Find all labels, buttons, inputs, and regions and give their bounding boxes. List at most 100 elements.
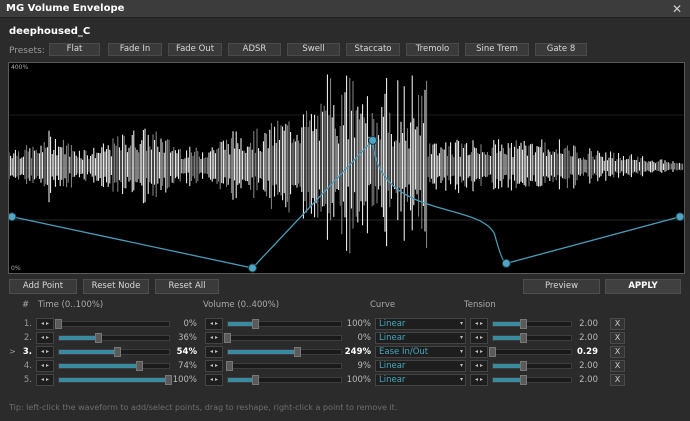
envelope-point[interactable]: [368, 135, 378, 145]
tension-stepper[interactable]: ◂ ▸: [470, 332, 488, 344]
curve-value: Ease In/Out: [379, 347, 429, 357]
time-stepper[interactable]: ◂ ▸: [36, 332, 54, 344]
volume-slider[interactable]: [227, 319, 342, 329]
time-value: 100%: [172, 375, 197, 385]
delete-point-button[interactable]: X: [610, 360, 625, 372]
tension-slider-knob[interactable]: [520, 375, 528, 385]
add-point-button[interactable]: Add Point: [9, 279, 77, 294]
chevron-down-icon: ▾: [459, 320, 463, 327]
waveform-bottom-label: 0%: [11, 265, 21, 272]
envelope-point[interactable]: [675, 212, 684, 222]
curve-select[interactable]: Ease In/Out ▾: [375, 346, 466, 358]
envelope-point[interactable]: [9, 212, 17, 222]
chevron-down-icon: ▾: [459, 348, 463, 355]
close-icon[interactable]: ✕: [670, 2, 684, 16]
chevron-down-icon: ▾: [459, 376, 463, 383]
delete-point-button[interactable]: X: [610, 374, 625, 386]
tension-slider[interactable]: [489, 347, 572, 357]
curve-value: Linear: [379, 333, 406, 343]
volume-stepper[interactable]: ◂ ▸: [205, 332, 223, 344]
time-slider-knob[interactable]: [136, 361, 144, 371]
time-stepper[interactable]: ◂ ▸: [36, 360, 54, 372]
volume-slider[interactable]: [227, 375, 342, 385]
reset-node-button[interactable]: Reset Node: [83, 279, 149, 294]
curve-select[interactable]: Linear ▾: [375, 374, 466, 386]
volume-slider[interactable]: [226, 361, 342, 371]
preset-gate-8-button[interactable]: Gate 8: [535, 43, 587, 56]
header-tension: Tension: [464, 300, 496, 310]
preset-sine-trem-button[interactable]: Sine Trem: [465, 43, 529, 56]
time-slider-knob[interactable]: [94, 333, 102, 343]
preset-tremolo-button[interactable]: Tremolo: [406, 43, 459, 56]
volume-stepper[interactable]: ◂ ▸: [205, 346, 223, 358]
window-title: MG Volume Envelope: [6, 3, 125, 14]
volume-stepper[interactable]: ◂ ▸: [205, 374, 223, 386]
time-stepper[interactable]: ◂ ▸: [36, 374, 54, 386]
volume-slider-knob[interactable]: [224, 333, 231, 343]
tension-slider[interactable]: [492, 319, 572, 329]
envelope-point[interactable]: [501, 258, 511, 268]
time-stepper[interactable]: ◂ ▸: [36, 318, 54, 330]
volume-value: 100%: [346, 319, 371, 329]
tension-slider[interactable]: [492, 375, 572, 385]
volume-stepper[interactable]: ◂ ▸: [205, 360, 223, 372]
curve-value: Linear: [379, 375, 406, 385]
row-index: 3.: [22, 347, 32, 357]
chevron-down-icon: ▾: [459, 334, 463, 341]
time-slider[interactable]: [55, 319, 170, 329]
volume-slider[interactable]: [224, 333, 342, 343]
time-slider[interactable]: [58, 375, 172, 385]
tension-stepper[interactable]: ◂ ▸: [470, 346, 488, 358]
waveform-canvas[interactable]: [9, 63, 684, 273]
preset-staccato-button[interactable]: Staccato: [346, 43, 400, 56]
tension-stepper[interactable]: ◂ ▸: [470, 360, 488, 372]
preset-fade-out-button[interactable]: Fade Out: [168, 43, 222, 56]
preset-swell-button[interactable]: Swell: [287, 43, 340, 56]
time-slider-knob[interactable]: [55, 319, 62, 329]
volume-slider[interactable]: [227, 347, 342, 357]
header-index: #: [22, 300, 30, 310]
row-index: 1.: [23, 319, 32, 329]
curve-select[interactable]: Linear ▾: [375, 332, 466, 344]
tension-slider[interactable]: [492, 361, 572, 371]
time-slider[interactable]: [58, 347, 170, 357]
header-volume: Volume (0..400%): [203, 300, 280, 310]
tension-slider[interactable]: [492, 333, 572, 343]
time-slider[interactable]: [58, 333, 170, 343]
volume-slider-knob[interactable]: [252, 375, 260, 385]
volume-stepper[interactable]: ◂ ▸: [205, 318, 223, 330]
reset-all-button[interactable]: Reset All: [155, 279, 219, 294]
delete-point-button[interactable]: X: [610, 332, 625, 344]
preset-flat-button[interactable]: Flat: [49, 43, 100, 56]
tension-slider-knob[interactable]: [520, 319, 528, 329]
file-name: deephoused_C: [9, 26, 91, 37]
volume-slider-fill: [228, 350, 299, 354]
tension-stepper[interactable]: ◂ ▸: [470, 374, 488, 386]
volume-slider-knob[interactable]: [294, 347, 302, 357]
preset-fade-in-button[interactable]: Fade In: [108, 43, 162, 56]
time-stepper[interactable]: ◂ ▸: [36, 346, 54, 358]
envelope-point[interactable]: [247, 263, 257, 273]
volume-slider-knob[interactable]: [226, 361, 234, 371]
tension-slider-knob[interactable]: [520, 333, 528, 343]
tension-slider-knob[interactable]: [489, 347, 496, 357]
apply-button[interactable]: APPLY: [605, 279, 681, 294]
chevron-down-icon: ▾: [459, 362, 463, 369]
time-slider[interactable]: [58, 361, 170, 371]
volume-value: 100%: [346, 375, 371, 385]
delete-point-button[interactable]: X: [610, 318, 625, 330]
preset-adsr-button[interactable]: ADSR: [228, 43, 281, 56]
tension-stepper[interactable]: ◂ ▸: [470, 318, 488, 330]
delete-point-button[interactable]: X: [610, 346, 625, 358]
curve-select[interactable]: Linear ▾: [375, 360, 466, 372]
preview-button[interactable]: Preview: [523, 279, 600, 294]
tension-value: 2.00: [579, 361, 598, 371]
time-slider-knob[interactable]: [114, 347, 122, 357]
time-slider-knob[interactable]: [165, 375, 172, 385]
header-curve: Curve: [370, 300, 396, 310]
volume-slider-knob[interactable]: [252, 319, 260, 329]
header-time: Time (0..100%): [38, 300, 104, 310]
tension-slider-knob[interactable]: [520, 361, 528, 371]
curve-select[interactable]: Linear ▾: [375, 318, 466, 330]
waveform-editor[interactable]: 400% 0%: [8, 62, 685, 274]
